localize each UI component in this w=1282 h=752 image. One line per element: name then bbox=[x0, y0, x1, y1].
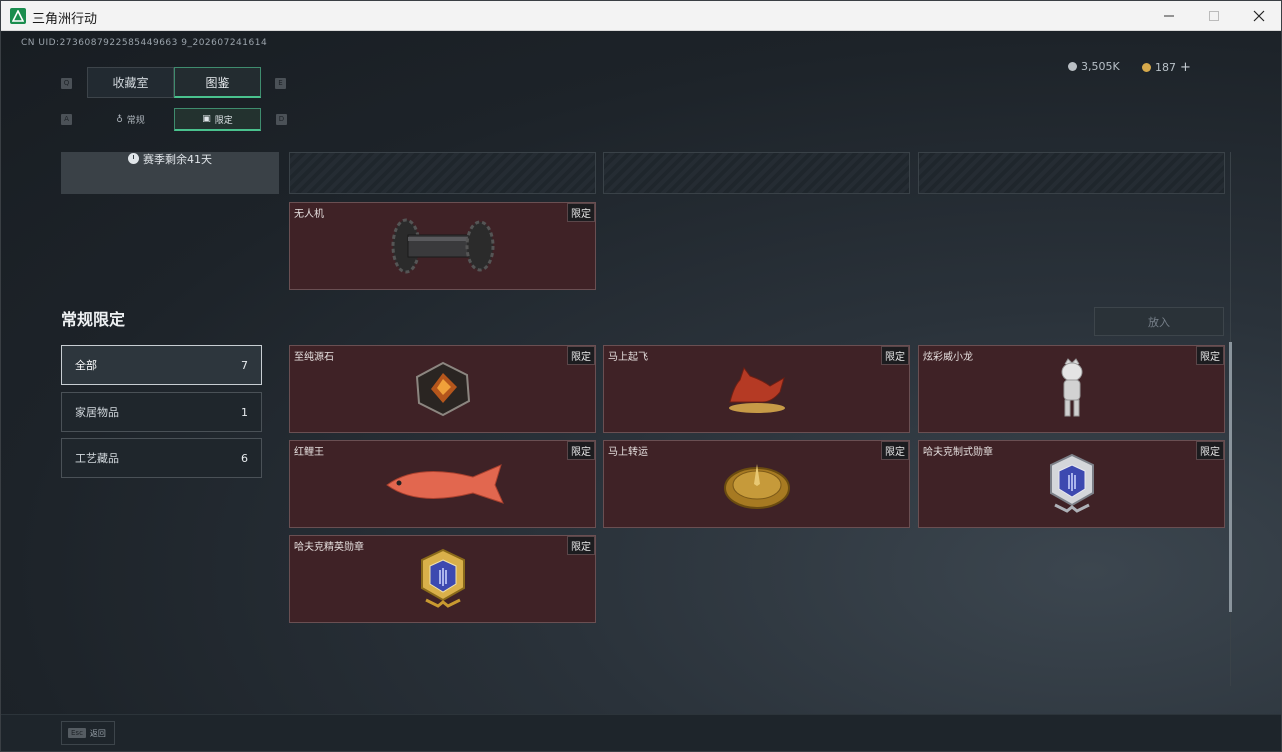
key-hint-a: A bbox=[61, 114, 72, 125]
key-hint-e: E bbox=[275, 78, 286, 89]
filter-crafts[interactable]: 工艺藏品 6 bbox=[61, 438, 262, 478]
item-name: 无人机 bbox=[294, 209, 324, 220]
close-icon bbox=[1253, 10, 1265, 22]
tab-label: 图鉴 bbox=[205, 75, 230, 90]
gold-coin-icon bbox=[1142, 63, 1151, 72]
filter-label: 家居物品 bbox=[75, 406, 119, 419]
filter-label: 全部 bbox=[75, 359, 97, 372]
tab-collection-room[interactable]: 收藏室 bbox=[87, 67, 174, 98]
tab-catalog[interactable]: 图鉴 bbox=[174, 67, 261, 98]
limited-badge: 限定 bbox=[1196, 346, 1224, 365]
filter-count: 7 bbox=[241, 358, 248, 372]
section-title: 常规限定 bbox=[61, 310, 126, 329]
item-card[interactable]: 炫彩威小龙 限定 bbox=[918, 345, 1225, 433]
item-card[interactable]: 马上转运 限定 bbox=[603, 440, 910, 528]
silver-coin-icon bbox=[1068, 62, 1077, 71]
window-title: 三角洲行动 bbox=[32, 12, 98, 27]
drone-item-icon bbox=[391, 218, 494, 274]
user-uid: CN UID:2736087922585449663 9_20260724161… bbox=[21, 38, 268, 48]
silver-medal-icon bbox=[1049, 453, 1094, 513]
place-in-label: 放入 bbox=[1148, 315, 1170, 329]
compass-item-icon bbox=[723, 464, 790, 509]
limited-badge: 限定 bbox=[567, 203, 595, 222]
tab-label: 收藏室 bbox=[112, 76, 149, 90]
locked-slot[interactable] bbox=[603, 152, 910, 194]
item-card[interactable]: 哈夫克制式勋章 限定 bbox=[918, 440, 1225, 528]
gold-medal-icon bbox=[420, 548, 465, 608]
limited-badge: 限定 bbox=[1196, 441, 1224, 460]
item-card[interactable]: 马上起飞 限定 bbox=[603, 345, 910, 433]
tab-limited[interactable]: ▣ 限定 bbox=[174, 108, 261, 131]
close-button[interactable] bbox=[1236, 1, 1282, 31]
title-bar: 三角洲行动 bbox=[1, 1, 1281, 31]
clock-icon bbox=[128, 153, 139, 164]
gem-item-icon bbox=[415, 361, 470, 417]
minimize-button[interactable] bbox=[1146, 1, 1192, 31]
filter-label: 工艺藏品 bbox=[75, 452, 119, 465]
figure-item-icon bbox=[1061, 358, 1082, 417]
scrollbar-thumb[interactable] bbox=[1229, 342, 1232, 612]
bottom-bar: Esc 返回 bbox=[1, 714, 1281, 751]
item-name: 马上起飞 bbox=[608, 352, 648, 363]
item-card[interactable]: 哈夫克精英勋章 限定 bbox=[289, 535, 596, 623]
limited-badge: 限定 bbox=[881, 346, 909, 365]
item-name: 至纯源石 bbox=[294, 352, 334, 363]
limited-badge: 限定 bbox=[567, 346, 595, 365]
key-hint-d: D bbox=[276, 114, 287, 125]
item-name: 马上转运 bbox=[608, 447, 648, 458]
maximize-button[interactable] bbox=[1191, 1, 1237, 31]
filter-count: 6 bbox=[241, 451, 248, 465]
limited-badge: 限定 bbox=[567, 441, 595, 460]
filter-count: 1 bbox=[241, 405, 248, 419]
tab-label: 常规 bbox=[126, 116, 145, 126]
fish-item-icon bbox=[385, 464, 504, 504]
silver-currency: 3,505K bbox=[1068, 60, 1120, 73]
minimize-icon bbox=[1164, 15, 1174, 17]
app-logo-icon bbox=[10, 8, 26, 24]
place-in-button[interactable]: 放入 bbox=[1094, 307, 1224, 336]
season-remaining-text: 赛季剩余41天 bbox=[143, 153, 212, 166]
maximize-icon bbox=[1209, 11, 1219, 21]
item-card[interactable]: 红鲤王 限定 bbox=[289, 440, 596, 528]
add-currency-button[interactable]: + bbox=[1180, 60, 1191, 75]
back-label: 返回 bbox=[89, 728, 106, 738]
gold-amount: 187 bbox=[1155, 61, 1176, 74]
locked-slot[interactable] bbox=[289, 152, 596, 194]
item-name: 哈夫克精英勋章 bbox=[294, 542, 364, 553]
horse-item-icon bbox=[728, 366, 785, 413]
back-button[interactable]: Esc 返回 bbox=[61, 721, 115, 745]
esc-key-icon: Esc bbox=[68, 728, 86, 738]
tab-label: 限定 bbox=[214, 115, 233, 126]
silver-amount: 3,505K bbox=[1081, 60, 1120, 73]
filter-all[interactable]: 全部 7 bbox=[61, 345, 262, 385]
item-card-drone[interactable]: 无人机 限定 bbox=[289, 202, 596, 290]
game-viewport: CN UID:2736087922585449663 9_20260724161… bbox=[1, 32, 1281, 751]
season-panel: 赛季剩余41天 bbox=[61, 152, 279, 194]
filter-home-items[interactable]: 家居物品 1 bbox=[61, 392, 262, 432]
key-hint-q: Q bbox=[61, 78, 72, 89]
item-name: 哈夫克制式勋章 bbox=[923, 447, 993, 458]
locked-slot[interactable] bbox=[918, 152, 1225, 194]
item-name: 红鲤王 bbox=[294, 447, 324, 458]
flame-icon: ♁ bbox=[116, 114, 123, 125]
limited-badge: 限定 bbox=[881, 441, 909, 460]
item-card[interactable]: 至纯源石 限定 bbox=[289, 345, 596, 433]
item-name: 炫彩威小龙 bbox=[923, 352, 973, 363]
app-window: 三角洲行动 CN UID:2736087922585449663 9_20260… bbox=[0, 0, 1282, 752]
image-icon: ▣ bbox=[202, 114, 211, 124]
tab-regular[interactable]: ♁ 常规 bbox=[87, 108, 174, 131]
limited-badge: 限定 bbox=[567, 536, 595, 555]
season-countdown: 赛季剩余41天 bbox=[128, 151, 212, 194]
gold-currency: 187 + bbox=[1142, 60, 1191, 75]
